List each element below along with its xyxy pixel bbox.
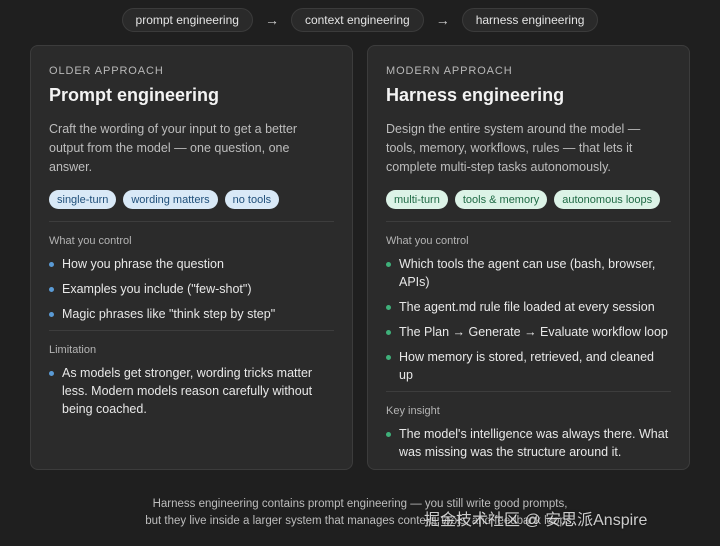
bullet-dot-icon — [49, 262, 54, 267]
card-title: Prompt engineering — [49, 85, 220, 105]
control-list: Which tools the agent can use (bash, bro… — [386, 255, 671, 384]
divider — [49, 330, 334, 331]
list-item: The model's intelligence was always ther… — [386, 425, 671, 461]
list-item-text: The Plan → Generate → Evaluate workflow … — [399, 325, 668, 339]
list-item-text: The agent.md rule file loaded at every s… — [399, 300, 655, 314]
list-item: The Plan → Generate → Evaluate workflow … — [386, 323, 671, 341]
list-item: How memory is stored, retrieved, and cle… — [386, 348, 671, 384]
harness-engineering-card: MODERN APPROACH Harness engineering Desi… — [367, 45, 690, 470]
list-item-text: Which tools the agent can use (bash, bro… — [399, 257, 656, 289]
tag-no-tools: no tools — [224, 190, 280, 209]
tag-list: multi-turn tools & memory autonomous loo… — [386, 190, 671, 209]
section-label-what-you-control: What you control — [386, 235, 469, 247]
tag-tools-memory: tools & memory — [454, 190, 548, 209]
arrow-right-icon: → — [264, 12, 279, 28]
list-item-text: As models get stronger, wording tricks m… — [62, 366, 313, 416]
control-list: How you phrase the question Examples you… — [49, 255, 334, 323]
card-title: Harness engineering — [386, 85, 565, 105]
bullet-dot-icon — [49, 287, 54, 292]
arrow-right-icon: → — [435, 12, 450, 28]
bullet-dot-icon — [386, 305, 391, 310]
list-item: The agent.md rule file loaded at every s… — [386, 298, 671, 316]
divider — [386, 221, 671, 222]
card-eyebrow: MODERN APPROACH — [386, 65, 513, 77]
list-item: As models get stronger, wording tricks m… — [49, 364, 334, 418]
list-item-text: Magic phrases like "think step by step" — [62, 307, 276, 321]
section-label-limitation: Limitation — [49, 344, 97, 356]
list-item-text: Examples you include ("few-shot") — [62, 282, 252, 296]
section-label-key-insight: Key insight — [386, 405, 440, 417]
flow-step-prompt-engineering: prompt engineering — [121, 8, 253, 32]
tag-list: single-turn wording matters no tools — [49, 190, 334, 209]
list-item-text: How you phrase the question — [62, 257, 224, 271]
insight-list: The model's intelligence was always ther… — [386, 425, 671, 461]
tag-wording-matters: wording matters — [123, 190, 218, 209]
tag-single-turn: single-turn — [49, 190, 117, 209]
evolution-flow: prompt engineering → context engineering… — [0, 8, 720, 32]
bullet-dot-icon — [49, 312, 54, 317]
list-item: Magic phrases like "think step by step" — [49, 305, 334, 323]
list-item-text: How memory is stored, retrieved, and cle… — [399, 350, 654, 382]
flow-step-context-engineering: context engineering — [290, 8, 424, 32]
divider — [386, 391, 671, 392]
list-item: Examples you include ("few-shot") — [49, 280, 334, 298]
list-item: How you phrase the question — [49, 255, 334, 273]
bullet-dot-icon — [386, 355, 391, 360]
bullet-dot-icon — [386, 262, 391, 267]
card-eyebrow: OLDER APPROACH — [49, 65, 164, 77]
bullet-dot-icon — [386, 330, 391, 335]
prompt-engineering-card: OLDER APPROACH Prompt engineering Craft … — [30, 45, 353, 470]
list-item-text: The model's intelligence was always ther… — [399, 427, 669, 459]
card-description: Craft the wording of your input to get a… — [49, 122, 298, 174]
list-item: Which tools the agent can use (bash, bro… — [386, 255, 671, 291]
flow-step-harness-engineering: harness engineering — [461, 8, 599, 32]
tag-autonomous-loops: autonomous loops — [554, 190, 661, 209]
section-label-what-you-control: What you control — [49, 235, 132, 247]
bullet-dot-icon — [49, 371, 54, 376]
card-description: Design the entire system around the mode… — [386, 122, 641, 174]
watermark: 掘金技术社区 @ 安思派Anspire — [424, 512, 648, 529]
bullet-dot-icon — [386, 432, 391, 437]
divider — [49, 221, 334, 222]
limitation-list: As models get stronger, wording tricks m… — [49, 364, 334, 418]
tag-multi-turn: multi-turn — [386, 190, 448, 209]
